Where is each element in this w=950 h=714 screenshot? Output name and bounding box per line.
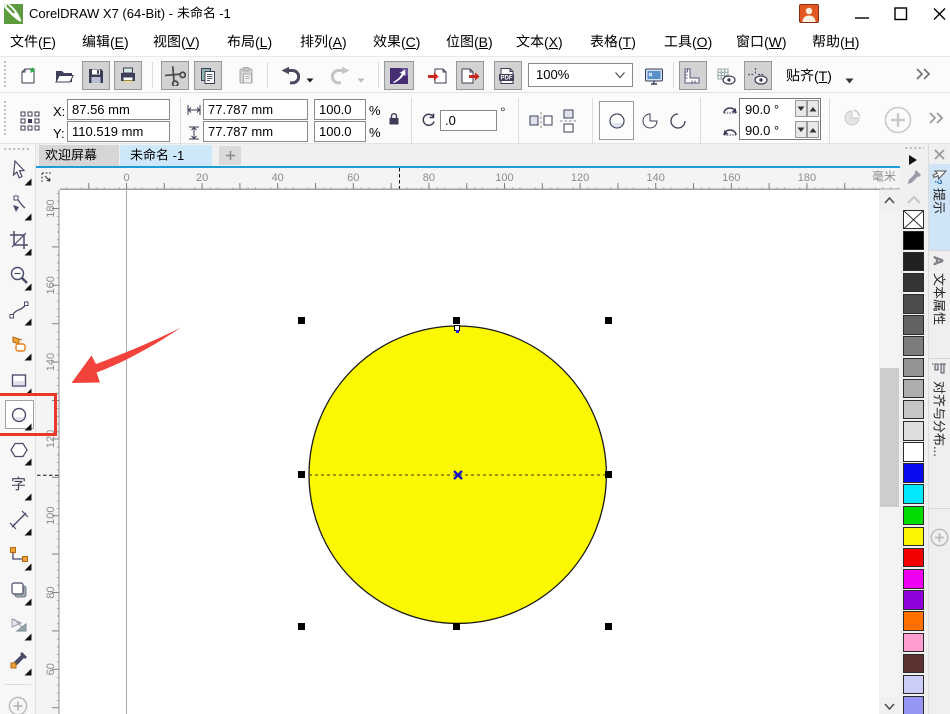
svg-text:120: 120	[571, 172, 589, 184]
svg-text:60: 60	[45, 663, 57, 675]
svg-text:100: 100	[45, 506, 57, 524]
svg-text:180: 180	[798, 172, 816, 184]
svg-text:80: 80	[423, 172, 435, 184]
svg-text:140: 140	[647, 172, 665, 184]
svg-text:0: 0	[123, 172, 129, 184]
svg-text:140: 140	[45, 352, 57, 370]
svg-text:80: 80	[45, 586, 57, 598]
svg-text:?: ?	[932, 179, 943, 184]
svg-text:A: A	[931, 256, 946, 266]
svg-text:20: 20	[196, 172, 208, 184]
svg-text:PDF: PDF	[501, 75, 513, 81]
svg-text:180: 180	[45, 199, 57, 217]
svg-text:100: 100	[495, 172, 513, 184]
svg-text:160: 160	[45, 276, 57, 294]
svg-text:160: 160	[722, 172, 740, 184]
svg-text:60: 60	[347, 172, 359, 184]
svg-text:40: 40	[272, 172, 284, 184]
